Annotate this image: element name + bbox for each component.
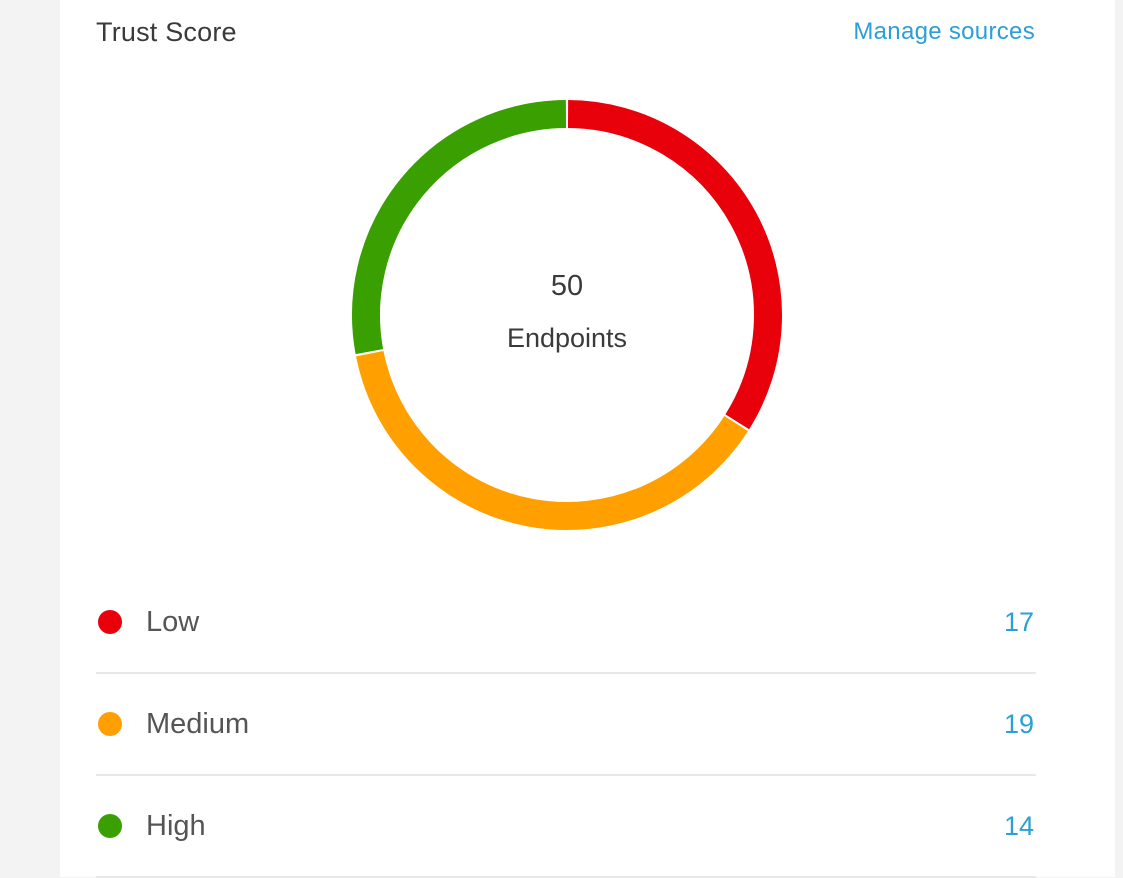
endpoint-total: 50 [551,270,583,302]
medium-dot-icon [98,712,122,736]
legend-row-high[interactable]: High 14 [96,776,1036,878]
legend-value-low[interactable]: 17 [1004,607,1034,638]
donut-slice-medium[interactable] [356,350,748,530]
legend-label-medium: Medium [146,707,250,740]
high-dot-icon [98,814,122,838]
legend-value-high[interactable]: 14 [1004,811,1034,842]
endpoint-total-label: Endpoints [507,323,627,353]
low-dot-icon [98,610,122,634]
donut-slice-low[interactable] [567,100,782,430]
donut-slices [352,100,782,530]
legend-label-low: Low [146,605,200,638]
donut-chart: 50 Endpoints [352,100,782,530]
legend-label-high: High [146,809,206,842]
donut-chart-area: 50 Endpoints [60,0,1115,560]
legend-row-medium[interactable]: Medium 19 [96,674,1036,776]
trust-score-card: Trust Score Manage sources 50 Endpoints … [60,0,1115,878]
legend-value-medium[interactable]: 19 [1004,709,1034,740]
legend-row-low[interactable]: Low 17 [96,572,1036,674]
legend-list: Low 17 Medium 19 High 14 [96,572,1036,878]
donut-slice-high[interactable] [352,100,567,355]
